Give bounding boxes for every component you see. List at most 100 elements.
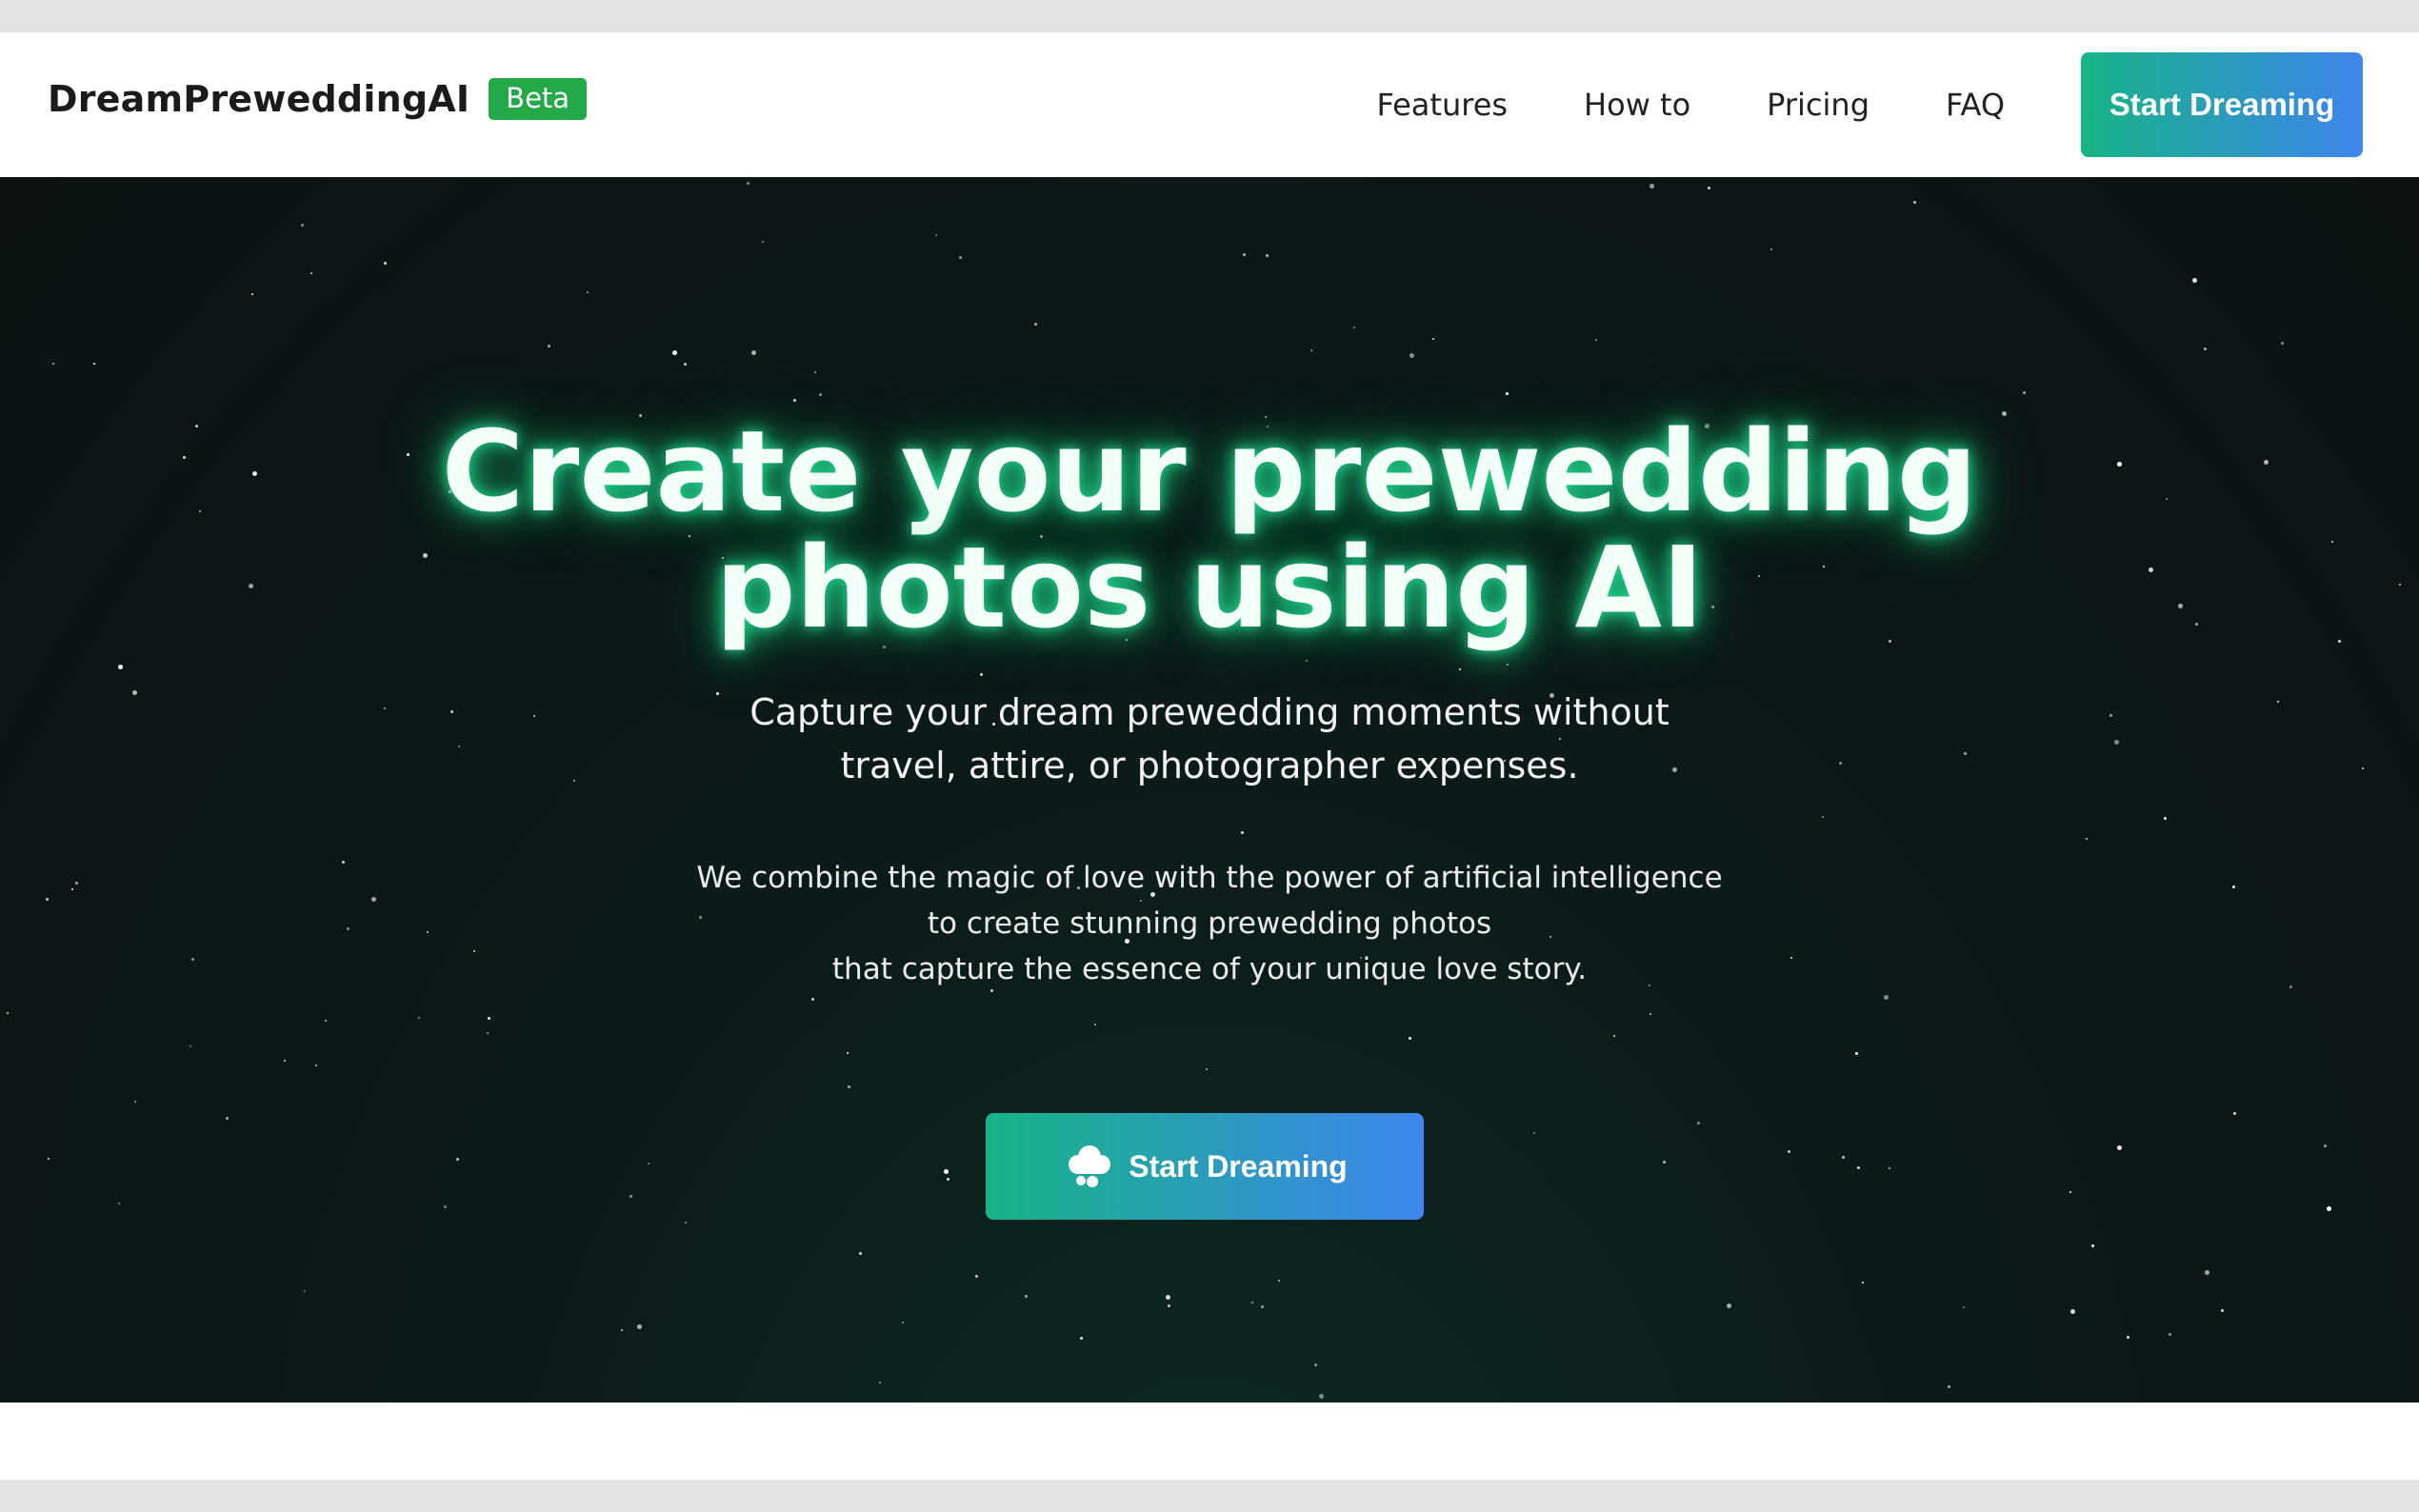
star-dot bbox=[548, 345, 550, 348]
star-dot bbox=[1948, 1385, 1950, 1388]
hero-headline-line-2: photos using AI bbox=[715, 522, 1704, 653]
star-dot bbox=[1278, 1280, 1280, 1282]
star-dot bbox=[819, 393, 822, 396]
star-dot bbox=[1432, 338, 1434, 340]
star-dot bbox=[637, 1324, 642, 1329]
star-dot bbox=[2192, 278, 2197, 283]
beta-badge: Beta bbox=[489, 78, 588, 120]
star-dot bbox=[1697, 1122, 1700, 1124]
star-dot bbox=[793, 399, 796, 402]
star-dot bbox=[1889, 1167, 1890, 1169]
star-dot bbox=[1770, 249, 1772, 250]
star-dot bbox=[1251, 1302, 1253, 1303]
star-dot bbox=[685, 1222, 687, 1224]
star-dot bbox=[1409, 353, 1414, 358]
star-dot bbox=[2023, 391, 2026, 394]
star-dot bbox=[418, 1017, 420, 1019]
nav-link-faq[interactable]: FAQ bbox=[1946, 87, 2005, 123]
star-dot bbox=[1353, 327, 1355, 328]
star-dot bbox=[301, 224, 304, 227]
browser-top-strip bbox=[0, 0, 2419, 32]
star-dot bbox=[1166, 1295, 1170, 1300]
star-dot bbox=[2117, 1145, 2122, 1150]
star-dot bbox=[1884, 995, 1889, 1000]
star-dot bbox=[384, 262, 387, 265]
star-dot bbox=[1663, 1161, 1666, 1164]
star-dot bbox=[935, 234, 937, 236]
star-dot bbox=[190, 1045, 191, 1047]
star-dot bbox=[1842, 1156, 1845, 1159]
hero-start-dreaming-label: Start Dreaming bbox=[1129, 1148, 1348, 1184]
star-dot bbox=[2327, 1206, 2331, 1211]
star-dot bbox=[251, 293, 253, 295]
hero-description-line-1: We combine the magic of love with the po… bbox=[696, 861, 1723, 895]
star-dot bbox=[1241, 831, 1244, 834]
hero-description: We combine the magic of love with the po… bbox=[0, 855, 2419, 992]
star-dot bbox=[1459, 668, 1461, 670]
star-dot bbox=[1857, 1166, 1860, 1169]
nav-start-dreaming-button[interactable]: Start Dreaming bbox=[2081, 52, 2363, 157]
star-dot bbox=[621, 1329, 623, 1331]
star-dot bbox=[587, 291, 589, 293]
star-dot bbox=[1822, 816, 1824, 818]
navbar: DreamPreweddingAI Beta Features How to P… bbox=[0, 32, 2419, 177]
hero-section: Create your prewedding photos using AI C… bbox=[0, 177, 2419, 1403]
nav-links: Features How to Pricing FAQ Start Dreami… bbox=[1376, 32, 2419, 177]
star-dot bbox=[52, 363, 54, 365]
star-dot bbox=[1168, 1304, 1170, 1307]
star-dot bbox=[847, 1052, 849, 1054]
star-dot bbox=[118, 665, 123, 669]
star-dot bbox=[1862, 1282, 1864, 1283]
star-dot bbox=[2086, 838, 2088, 840]
star-dot bbox=[980, 673, 983, 676]
star-dot bbox=[879, 1382, 881, 1383]
star-dot bbox=[814, 371, 816, 373]
star-dot bbox=[325, 1020, 327, 1022]
star-dot bbox=[1310, 349, 1312, 351]
star-dot bbox=[2233, 1112, 2236, 1115]
star-dot bbox=[1595, 339, 1597, 341]
star-dot bbox=[751, 350, 756, 355]
hero-description-line-2: to create stunning prewedding photos bbox=[927, 906, 1492, 941]
brand-name: DreamPreweddingAI bbox=[48, 78, 470, 120]
nav-link-how-to[interactable]: How to bbox=[1584, 87, 1690, 123]
star-dot bbox=[1649, 1013, 1651, 1015]
star-dot bbox=[1319, 1394, 1324, 1399]
star-dot bbox=[1533, 1132, 1535, 1134]
brand[interactable]: DreamPreweddingAI Beta bbox=[48, 78, 588, 120]
hero-subheading-line-2: travel, attire, or photographer expenses… bbox=[840, 745, 1579, 786]
star-dot bbox=[1855, 1052, 1858, 1055]
star-dot bbox=[2091, 1244, 2094, 1247]
star-dot bbox=[2205, 1270, 2209, 1275]
star-dot bbox=[226, 1117, 229, 1120]
star-dot bbox=[2204, 348, 2207, 350]
nav-link-pricing[interactable]: Pricing bbox=[1767, 87, 1869, 123]
hero-subheading: Capture your dream prewedding moments wi… bbox=[0, 686, 2419, 792]
hero-start-dreaming-button[interactable]: Start Dreaming bbox=[986, 1113, 1424, 1220]
star-dot bbox=[1649, 184, 1654, 189]
star-dot bbox=[630, 1195, 632, 1198]
star-dot bbox=[1306, 660, 1308, 662]
star-dot bbox=[2281, 342, 2284, 345]
star-dot bbox=[488, 1017, 490, 1020]
star-dot bbox=[1963, 1306, 1965, 1308]
star-dot bbox=[315, 1064, 317, 1066]
star-dot bbox=[684, 363, 687, 366]
star-dot bbox=[672, 350, 677, 355]
star-dot bbox=[1034, 323, 1037, 326]
star-dot bbox=[959, 256, 962, 259]
star-dot bbox=[1913, 201, 1916, 204]
star-dot bbox=[1507, 664, 1509, 666]
star-dot bbox=[762, 241, 764, 243]
nav-link-features[interactable]: Features bbox=[1376, 87, 1508, 123]
star-dot bbox=[859, 1252, 862, 1255]
star-dot bbox=[1314, 1363, 1317, 1366]
star-dot bbox=[1788, 1150, 1790, 1153]
star-dot bbox=[811, 998, 814, 1001]
star-dot bbox=[444, 1205, 447, 1208]
hero-description-line-3: that capture the essence of your unique … bbox=[831, 952, 1588, 986]
star-dot bbox=[304, 1290, 306, 1292]
star-dot bbox=[93, 363, 95, 365]
star-dot bbox=[284, 1060, 286, 1062]
star-dot bbox=[902, 1322, 904, 1323]
